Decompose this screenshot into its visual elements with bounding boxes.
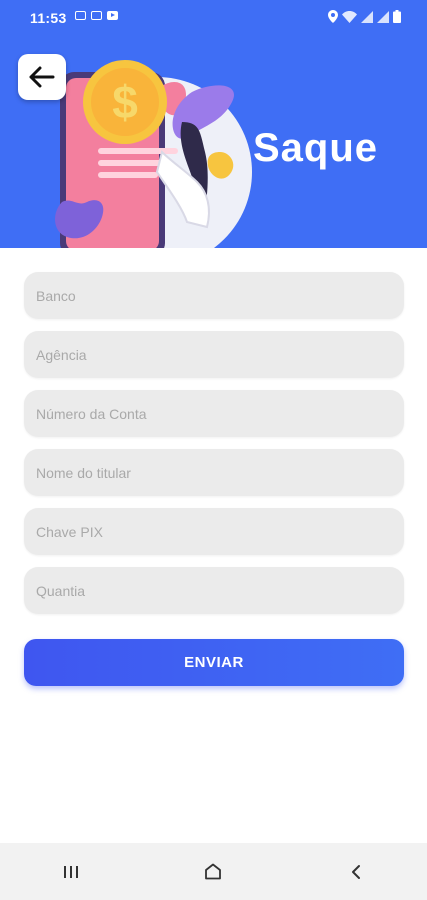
back-button[interactable]	[18, 54, 66, 100]
svg-text:$: $	[112, 76, 138, 128]
withdraw-illustration: $	[55, 60, 252, 248]
amount-input[interactable]	[24, 567, 404, 614]
notification-app-icon	[75, 11, 86, 20]
account-number-input[interactable]	[24, 390, 404, 437]
page-title: Saque	[253, 126, 379, 170]
status-bar: 11:53	[0, 0, 427, 36]
youtube-icon	[107, 11, 118, 20]
arrow-left-icon	[29, 66, 55, 88]
wifi-icon	[342, 10, 357, 23]
notification-icons	[75, 11, 118, 20]
agency-input[interactable]	[24, 331, 404, 378]
recent-apps-button[interactable]	[41, 852, 101, 892]
bank-input[interactable]	[24, 272, 404, 319]
battery-icon	[393, 10, 401, 23]
laptop-icon	[91, 11, 102, 20]
submit-button[interactable]: ENVIAR	[24, 639, 404, 686]
home-icon	[205, 863, 222, 880]
status-time: 11:53	[30, 10, 67, 26]
holder-name-input[interactable]	[24, 449, 404, 496]
header: 11:53 $ Saque	[0, 0, 427, 248]
nav-back-button[interactable]	[326, 852, 386, 892]
signal-icon	[361, 10, 373, 23]
withdraw-form	[24, 272, 404, 626]
signal-2-icon	[377, 10, 389, 23]
home-button[interactable]	[183, 852, 243, 892]
chevron-left-icon	[351, 864, 360, 879]
recent-apps-icon	[64, 865, 79, 878]
location-icon	[328, 10, 338, 23]
system-nav-bar	[0, 843, 427, 900]
system-icons	[328, 10, 401, 23]
pix-key-input[interactable]	[24, 508, 404, 555]
